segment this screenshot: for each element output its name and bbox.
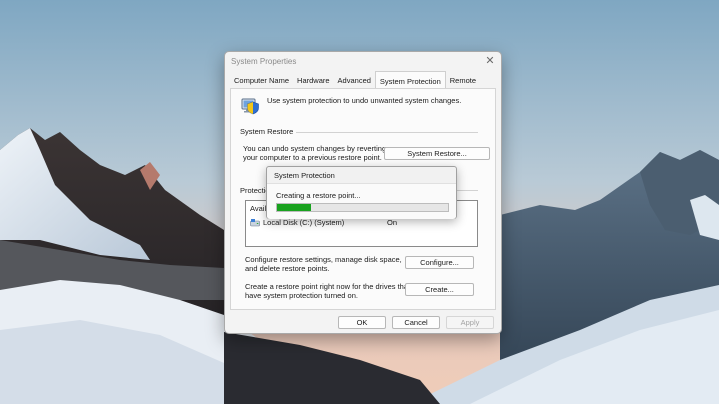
system-restore-button[interactable]: System Restore... [384, 147, 490, 160]
tab-remote[interactable]: Remote [446, 73, 480, 87]
tab-hardware[interactable]: Hardware [293, 73, 334, 87]
dialog-title: System Properties [231, 57, 297, 66]
tab-advanced[interactable]: Advanced [334, 73, 375, 87]
system-protection-progress-dialog: System Protection Creating a restore poi… [266, 166, 457, 219]
ok-button[interactable]: OK [338, 316, 386, 329]
configure-description: Configure restore settings, manage disk … [245, 255, 402, 273]
create-description: Create a restore point right now for the… [245, 282, 411, 300]
progress-message: Creating a restore point... [276, 191, 361, 200]
close-icon[interactable]: ✕ [483, 54, 497, 68]
system-restore-description: You can undo system changes by reverting… [243, 144, 387, 162]
cancel-button[interactable]: Cancel [392, 316, 440, 329]
shield-computer-icon [241, 98, 259, 115]
drive-protection-status: On [387, 218, 398, 227]
create-button[interactable]: Create... [405, 283, 474, 296]
configure-button[interactable]: Configure... [405, 256, 474, 269]
tab-bar: Computer Name Hardware Advanced System P… [230, 71, 480, 89]
drive-name: Local Disk (C:) (System) [263, 218, 345, 227]
intro-text: Use system protection to undo unwanted s… [267, 96, 462, 105]
progress-bar [276, 203, 449, 212]
apply-button[interactable]: Apply [446, 316, 494, 329]
progress-dialog-body: Creating a restore point... [267, 183, 456, 219]
progress-bar-fill [277, 204, 311, 211]
drive-icon [250, 219, 260, 227]
system-restore-heading: System Restore [240, 127, 297, 136]
list-item[interactable]: Local Disk (C:) (System) On [250, 218, 472, 228]
progress-dialog-title: System Protection [274, 171, 335, 180]
tab-system-protection[interactable]: System Protection [374, 71, 446, 89]
tab-computer-name[interactable]: Computer Name [230, 73, 293, 87]
